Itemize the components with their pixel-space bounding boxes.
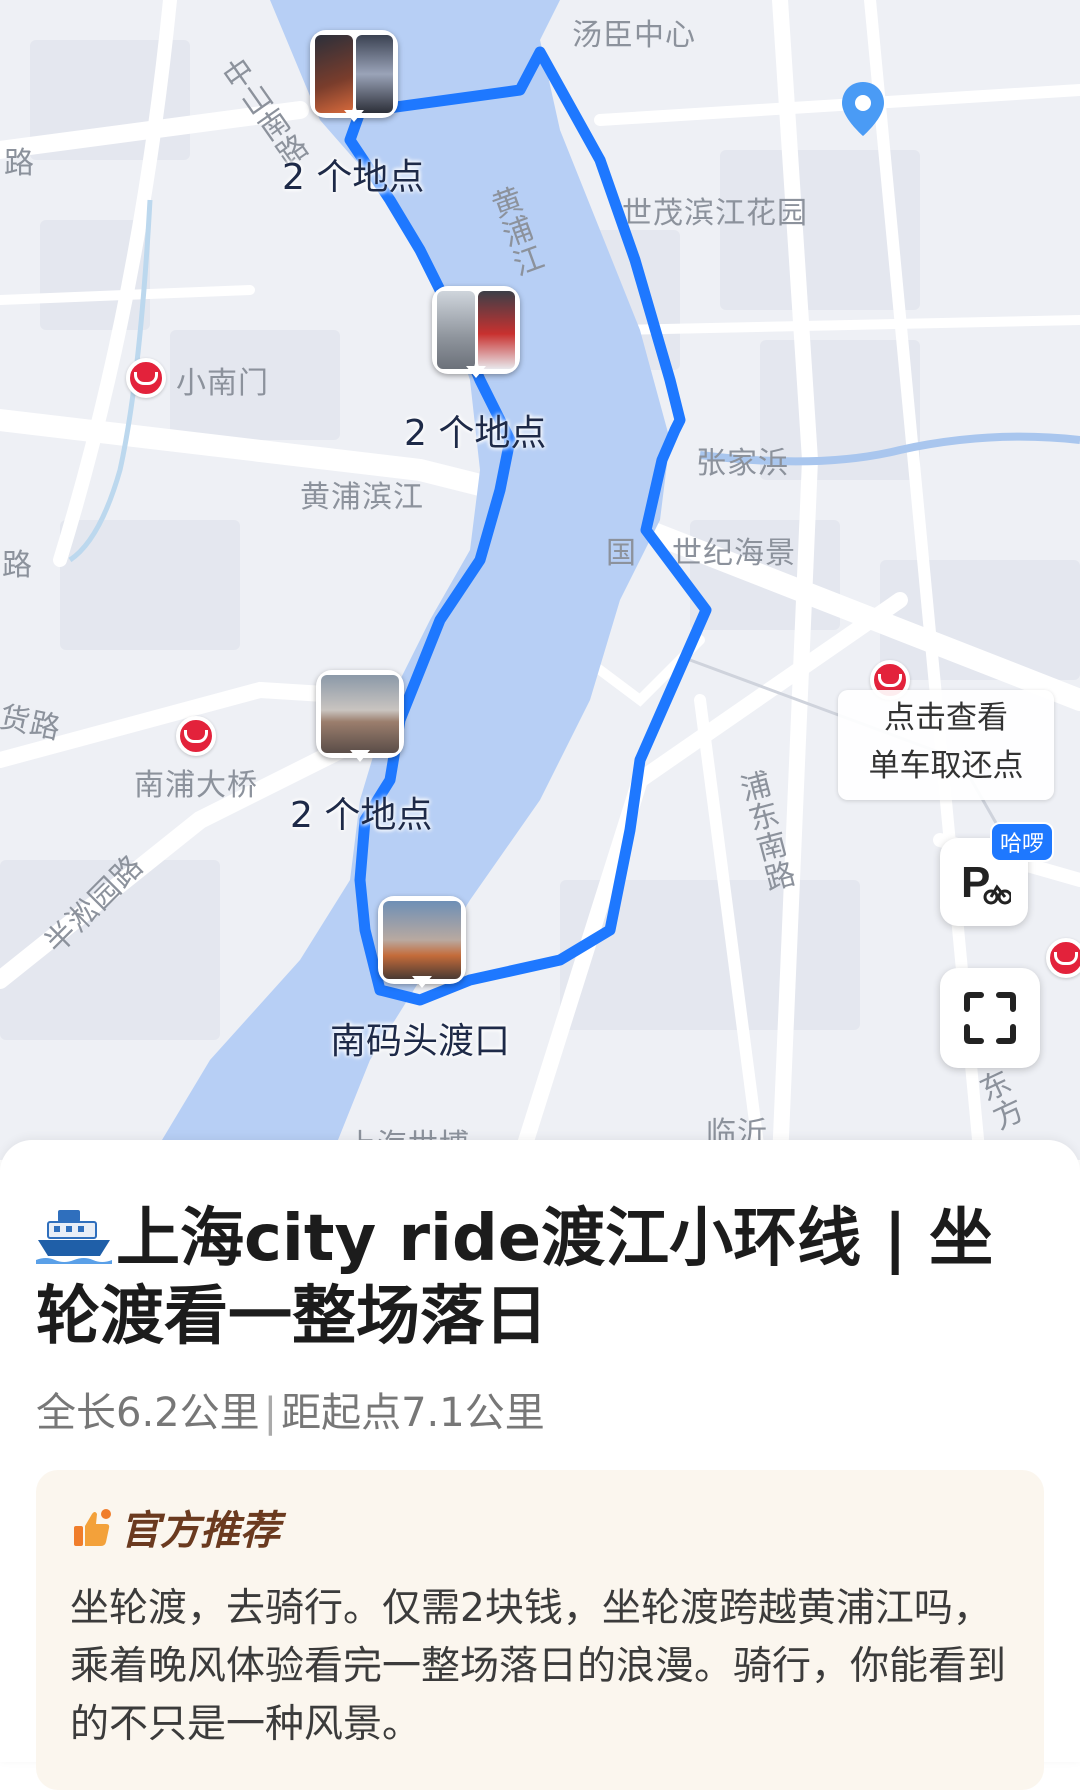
marker-caption: 2 个地点 bbox=[282, 157, 425, 198]
photo-thumbnail bbox=[437, 291, 475, 369]
marker-caption: 南码头渡口 bbox=[330, 1021, 511, 1062]
official-recommendation-card: 官方推荐 坐轮渡，去骑行。仅需2块钱，坐轮渡跨越黄浦江吗，乘着晚风体验看完一整场… bbox=[36, 1470, 1044, 1790]
metro-icon bbox=[176, 716, 216, 756]
tooltip-line: 单车取还点 bbox=[868, 748, 1024, 784]
marker-caption: 2 个地点 bbox=[290, 795, 433, 836]
recommendation-text: 坐轮渡，去骑行。仅需2块钱，坐轮渡跨越黄浦江吗，乘着晚风体验看完一整场落日的浪漫… bbox=[70, 1586, 1007, 1747]
ship-icon bbox=[36, 1210, 112, 1264]
route-distance: 距起点7.1公里 bbox=[281, 1390, 545, 1436]
photo-thumbnail bbox=[321, 675, 399, 753]
map-label: 小南门 bbox=[176, 366, 269, 401]
route-title-text: 上海city ride渡江小环线 | 坐轮渡看一整场落日 bbox=[36, 1202, 994, 1354]
photo-thumbnail bbox=[383, 901, 461, 979]
location-pin-icon[interactable] bbox=[838, 80, 888, 138]
map-label: 路 bbox=[4, 146, 35, 181]
map-label: 国 bbox=[606, 536, 637, 571]
recommendation-heading: 官方推荐 bbox=[70, 1498, 280, 1556]
map-label: 世纪海景 bbox=[672, 536, 796, 571]
map-label: 世茂滨江花园 bbox=[622, 196, 808, 231]
fullscreen-icon bbox=[964, 992, 1016, 1044]
map-label: 汤臣中心 bbox=[572, 18, 696, 53]
thumbs-up-icon bbox=[74, 1509, 111, 1546]
hello-badge: 哈啰 bbox=[990, 822, 1055, 862]
route-marker[interactable] bbox=[378, 896, 466, 988]
route-length: 全长6.2公里 bbox=[36, 1390, 260, 1436]
photo-thumbnail bbox=[477, 291, 515, 369]
map-label: 张家浜 bbox=[696, 446, 789, 481]
meta-separator: | bbox=[263, 1390, 278, 1436]
metro-icon bbox=[1046, 938, 1080, 978]
photo-thumbnail bbox=[315, 35, 353, 113]
route-marker[interactable] bbox=[316, 670, 404, 762]
marker-caption: 2 个地点 bbox=[404, 413, 547, 454]
tooltip-line: 点击查看 bbox=[884, 700, 1008, 736]
map-canvas[interactable] bbox=[0, 0, 1080, 1160]
route-marker[interactable] bbox=[432, 286, 520, 378]
route-info-sheet: 上海city ride渡江小环线 | 坐轮渡看一整场落日 全长6.2公里 | 距起点… bbox=[0, 1140, 1080, 1790]
bike-station-tooltip[interactable]: 点击查看 单车取还点 bbox=[838, 690, 1054, 800]
map-label: 路 bbox=[2, 548, 33, 583]
route-marker[interactable] bbox=[310, 30, 398, 122]
fullscreen-button[interactable] bbox=[940, 968, 1040, 1068]
route-title: 上海city ride渡江小环线 | 坐轮渡看一整场落日 bbox=[36, 1200, 1036, 1356]
route-meta: 全长6.2公里 | 距起点7.1公里 bbox=[36, 1380, 545, 1438]
recommendation-heading-text: 官方推荐 bbox=[120, 1508, 280, 1554]
map-label: 南浦大桥 bbox=[134, 768, 258, 803]
map-label: 黄浦滨江 bbox=[300, 480, 424, 515]
map-view[interactable]: 汤臣中心 中山南路 路 黄浦江 世茂滨江花园 小南门 张家浜 黄浦滨江 国 世纪… bbox=[0, 0, 1080, 1160]
bike-parking-icon: P bbox=[961, 858, 1011, 907]
metro-icon bbox=[126, 358, 166, 398]
photo-thumbnail bbox=[355, 35, 393, 113]
